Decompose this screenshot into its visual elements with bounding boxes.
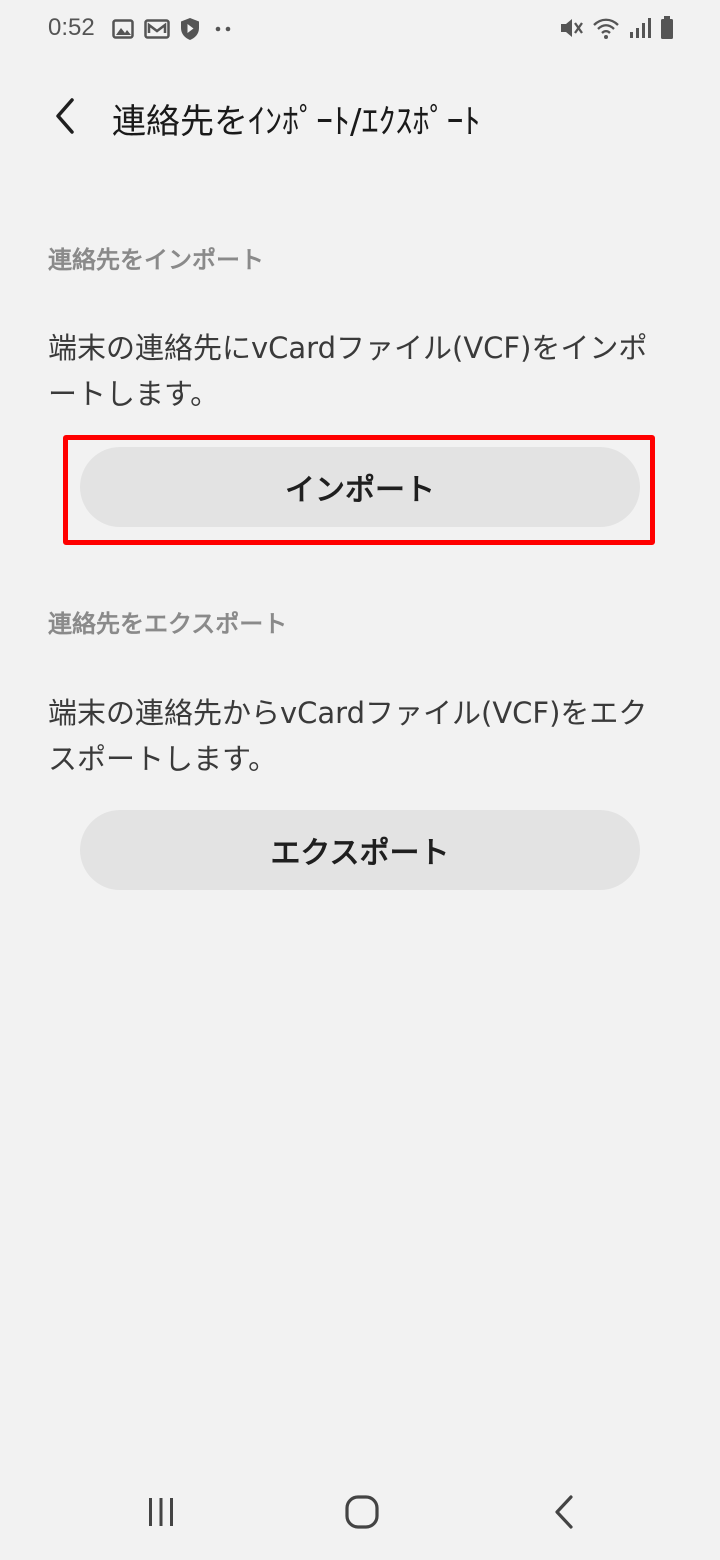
nav-back-button[interactable] xyxy=(534,1482,594,1542)
shield-icon xyxy=(181,18,199,40)
image-icon xyxy=(112,19,134,39)
more-dots-icon xyxy=(215,26,231,32)
back-icon xyxy=(555,1495,573,1529)
import-button[interactable]: インポート xyxy=(80,447,640,527)
status-time: 0:52 xyxy=(48,14,95,41)
battery-icon xyxy=(661,16,673,39)
status-icons-left xyxy=(112,17,236,41)
status-bar: 0:52 xyxy=(0,0,720,60)
recents-button[interactable] xyxy=(131,1482,191,1542)
status-icons-right xyxy=(558,16,674,40)
navigation-bar xyxy=(0,1464,720,1560)
back-button[interactable] xyxy=(36,88,92,144)
chevron-left-icon xyxy=(56,98,74,134)
import-description: 端末の連絡先にvCardファイル(VCF)をインポートします。 xyxy=(48,331,648,411)
home-button[interactable] xyxy=(332,1482,392,1542)
export-button[interactable]: エクスポート xyxy=(80,810,640,890)
home-icon xyxy=(345,1495,379,1529)
signal-icon xyxy=(630,18,651,38)
recents-icon xyxy=(149,1498,173,1526)
screen: 0:52 連絡先をｲﾝﾎﾟｰﾄ/ｴｸｽﾎﾟｰﾄ 連絡先をインポート 端末の連絡先… xyxy=(0,0,720,1560)
mail-icon xyxy=(144,19,170,39)
page-title: 連絡先をｲﾝﾎﾟｰﾄ/ｴｸｽﾎﾟｰﾄ xyxy=(112,102,481,142)
export-description: 端末の連絡先からvCardファイル(VCF)をエクスポートします。 xyxy=(48,696,648,776)
import-section-heading: 連絡先をインポート xyxy=(48,246,264,274)
wifi-icon xyxy=(593,18,619,39)
mute-icon xyxy=(561,19,583,37)
app-header: 連絡先をｲﾝﾎﾟｰﾄ/ｴｸｽﾎﾟｰﾄ xyxy=(0,80,720,152)
export-section-heading: 連絡先をエクスポート xyxy=(48,610,288,638)
